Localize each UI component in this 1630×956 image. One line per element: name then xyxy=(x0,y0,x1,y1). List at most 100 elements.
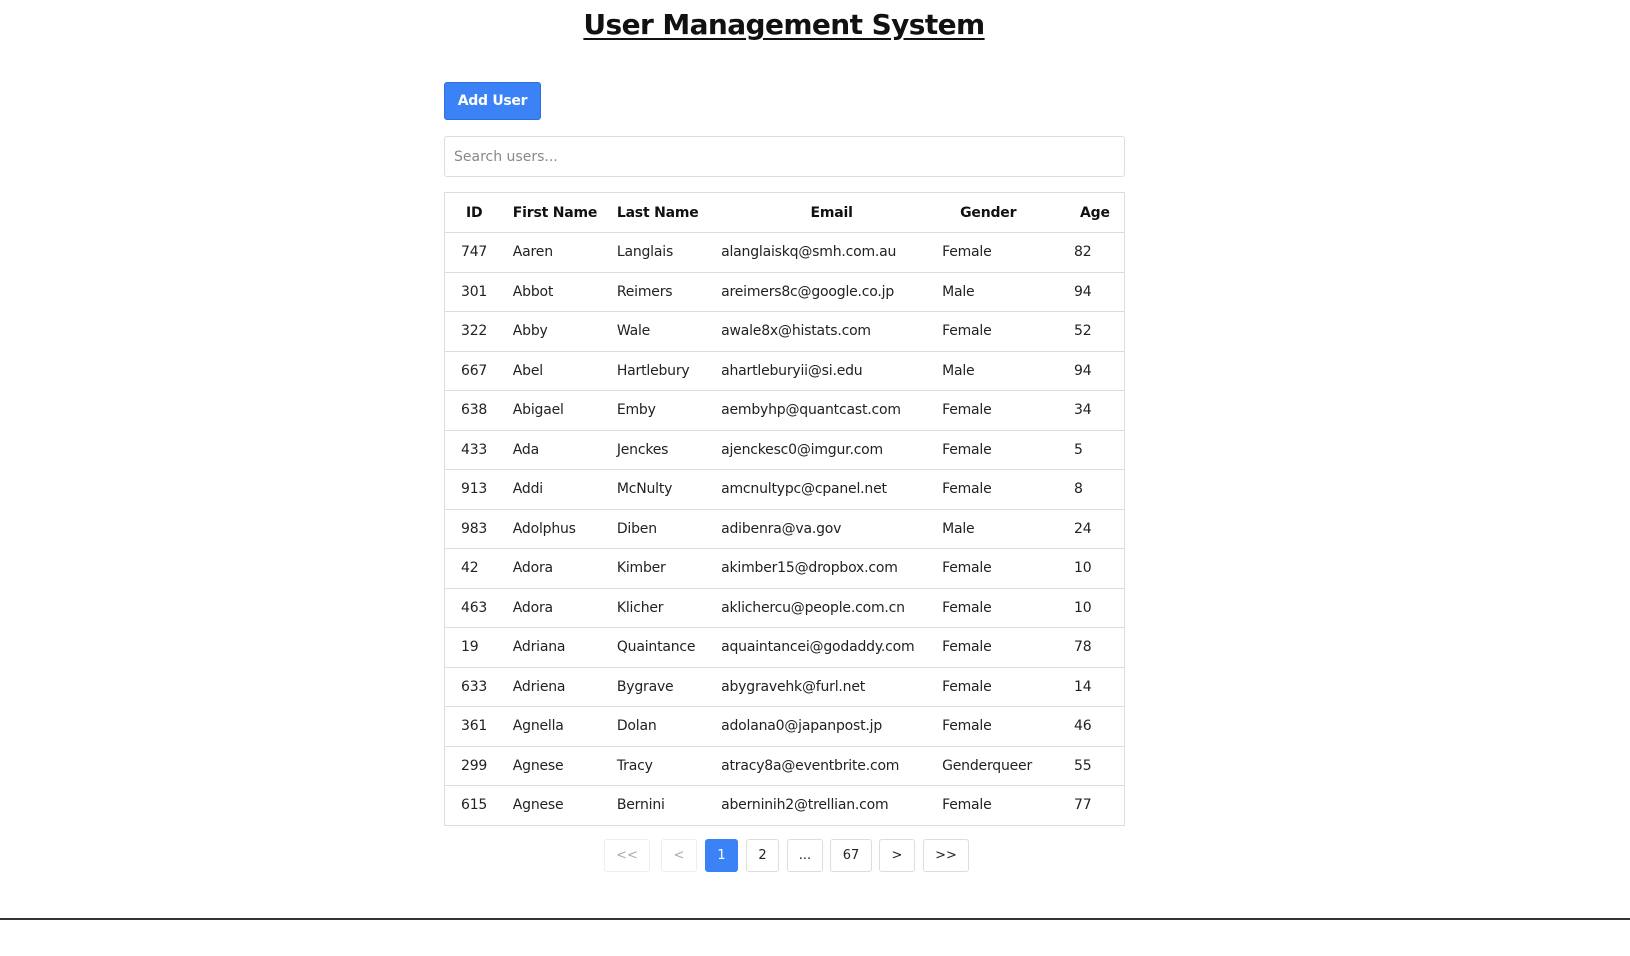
column-header-email[interactable]: Email xyxy=(721,192,943,233)
cell-id: 42 xyxy=(444,548,513,589)
cell-id: 19 xyxy=(444,627,513,668)
page-1-button[interactable]: 1 xyxy=(705,839,738,872)
user-management-panel: Add User ID First Name Last Name Email G… xyxy=(444,82,1125,826)
table-row[interactable]: 361 Agnella Dolan adolana0@japanpost.jp … xyxy=(444,706,1125,747)
cell-first-name: Abby xyxy=(512,311,617,352)
cell-gender: Female xyxy=(942,706,1075,747)
cell-gender: Female xyxy=(942,627,1075,668)
cell-gender: Female xyxy=(942,232,1075,273)
cell-id: 633 xyxy=(444,667,513,707)
bottom-divider xyxy=(0,918,1630,920)
cell-age: 94 xyxy=(1074,351,1125,391)
last-page-button[interactable]: >> xyxy=(923,839,969,872)
cell-email: adolana0@japanpost.jp xyxy=(721,706,943,747)
table-row[interactable]: 913 Addi McNulty amcnultypc@cpanel.net F… xyxy=(444,469,1125,510)
cell-id: 322 xyxy=(444,311,513,352)
table-row[interactable]: 19 Adriana Quaintance aquaintancei@godad… xyxy=(444,627,1125,668)
cell-gender: Male xyxy=(942,272,1075,312)
page-title: User Management System xyxy=(583,8,985,41)
table-row[interactable]: 463 Adora Klicher aklichercu@people.com.… xyxy=(444,588,1125,628)
cell-gender: Male xyxy=(942,351,1075,391)
cell-email: aquaintancei@godaddy.com xyxy=(721,627,943,668)
cell-age: 77 xyxy=(1074,797,1092,814)
cell-last-name: Emby xyxy=(616,390,722,431)
table-row[interactable]: 42 Adora Kimber akimber15@dropbox.com Fe… xyxy=(444,548,1125,589)
cell-first-name: Adriena xyxy=(512,667,617,707)
cell-id: 638 xyxy=(444,390,513,431)
column-header-id[interactable]: ID xyxy=(444,192,513,233)
cell-email: areimers8c@google.co.jp xyxy=(721,272,943,312)
cell-gender: Genderqueer xyxy=(942,746,1075,786)
table-row[interactable]: 747 Aaren Langlais alanglaiskq@smh.com.a… xyxy=(444,232,1125,273)
cell-last-name: Bernini xyxy=(616,797,665,814)
cell-id: 747 xyxy=(444,232,513,273)
prev-page-button[interactable]: < xyxy=(661,839,697,872)
cell-id: 301 xyxy=(444,272,513,312)
cell-gender: Male xyxy=(942,509,1075,549)
table-header-row: ID First Name Last Name Email Gender Age xyxy=(444,192,1125,233)
first-page-button[interactable]: << xyxy=(604,839,650,872)
cell-id: 361 xyxy=(444,706,513,747)
cell-email: atracy8a@eventbrite.com xyxy=(721,746,943,786)
users-table: ID First Name Last Name Email Gender Age… xyxy=(444,192,1125,826)
page-67-button[interactable]: 67 xyxy=(830,839,872,872)
cell-first-name: Abigael xyxy=(512,390,617,431)
table-row[interactable]: 615 Agnese Bernini aberninih2@trellian.c… xyxy=(445,786,1125,826)
cell-id: 615 xyxy=(461,797,488,814)
cell-email: abygravehk@furl.net xyxy=(721,667,943,707)
column-header-last-name[interactable]: Last Name xyxy=(616,192,722,233)
cell-gender: Female xyxy=(942,667,1075,707)
cell-age: 46 xyxy=(1074,706,1125,747)
cell-age: 10 xyxy=(1074,548,1125,589)
cell-first-name: Adora xyxy=(512,548,617,589)
table-row[interactable]: 299 Agnese Tracy atracy8a@eventbrite.com… xyxy=(444,746,1125,786)
cell-email: ajenckesc0@imgur.com xyxy=(721,430,943,470)
cell-gender: Female xyxy=(942,588,1075,628)
table-row[interactable]: 433 Ada Jenckes ajenckesc0@imgur.com Fem… xyxy=(444,430,1125,470)
cell-age: 82 xyxy=(1074,232,1125,273)
cell-first-name: Adolphus xyxy=(512,509,617,549)
cell-age: 55 xyxy=(1074,746,1125,786)
cell-age: 10 xyxy=(1074,588,1125,628)
table-row[interactable]: 667 Abel Hartlebury ahartleburyii@si.edu… xyxy=(444,351,1125,391)
next-page-button[interactable]: > xyxy=(879,839,915,872)
pagination-ellipsis: ... xyxy=(787,839,823,872)
column-header-first-name[interactable]: First Name xyxy=(512,192,617,233)
table-row[interactable]: 638 Abigael Emby aembyhp@quantcast.com F… xyxy=(444,390,1125,431)
cell-email: alanglaiskq@smh.com.au xyxy=(721,232,943,273)
table-row[interactable]: 301 Abbot Reimers areimers8c@google.co.j… xyxy=(444,272,1125,312)
cell-last-name: Hartlebury xyxy=(616,351,722,391)
cell-id: 983 xyxy=(444,509,513,549)
cell-first-name: Aaren xyxy=(512,232,617,273)
cell-first-name: Agnella xyxy=(512,706,617,747)
add-user-button[interactable]: Add User xyxy=(444,82,541,120)
page-2-button[interactable]: 2 xyxy=(746,839,779,872)
cell-first-name: Ada xyxy=(512,430,617,470)
cell-age: 78 xyxy=(1074,627,1125,668)
cell-last-name: Kimber xyxy=(616,548,722,589)
cell-gender: Female xyxy=(942,797,992,814)
cell-last-name: Bygrave xyxy=(616,667,722,707)
cell-gender: Female xyxy=(942,548,1075,589)
cell-age: 52 xyxy=(1074,311,1125,352)
cell-email: aklichercu@people.com.cn xyxy=(721,588,943,628)
cell-first-name: Addi xyxy=(512,469,617,510)
cell-last-name: McNulty xyxy=(616,469,722,510)
cell-gender: Female xyxy=(942,390,1075,431)
cell-age: 34 xyxy=(1074,390,1125,431)
cell-age: 8 xyxy=(1074,469,1125,510)
table-row[interactable]: 983 Adolphus Diben adibenra@va.gov Male … xyxy=(444,509,1125,549)
cell-last-name: Jenckes xyxy=(616,430,722,470)
cell-last-name: Klicher xyxy=(616,588,722,628)
cell-last-name: Langlais xyxy=(616,232,722,273)
cell-age: 14 xyxy=(1074,667,1125,707)
table-row[interactable]: 633 Adriena Bygrave abygravehk@furl.net … xyxy=(444,667,1125,707)
cell-gender: Female xyxy=(942,430,1075,470)
column-header-age[interactable]: Age xyxy=(1074,192,1125,233)
table-row[interactable]: 322 Abby Wale awale8x@histats.com Female… xyxy=(444,311,1125,352)
cell-last-name: Diben xyxy=(616,509,722,549)
cell-age: 24 xyxy=(1074,509,1125,549)
search-input[interactable] xyxy=(444,136,1125,177)
column-header-gender[interactable]: Gender xyxy=(942,192,1075,233)
cell-id: 433 xyxy=(444,430,513,470)
